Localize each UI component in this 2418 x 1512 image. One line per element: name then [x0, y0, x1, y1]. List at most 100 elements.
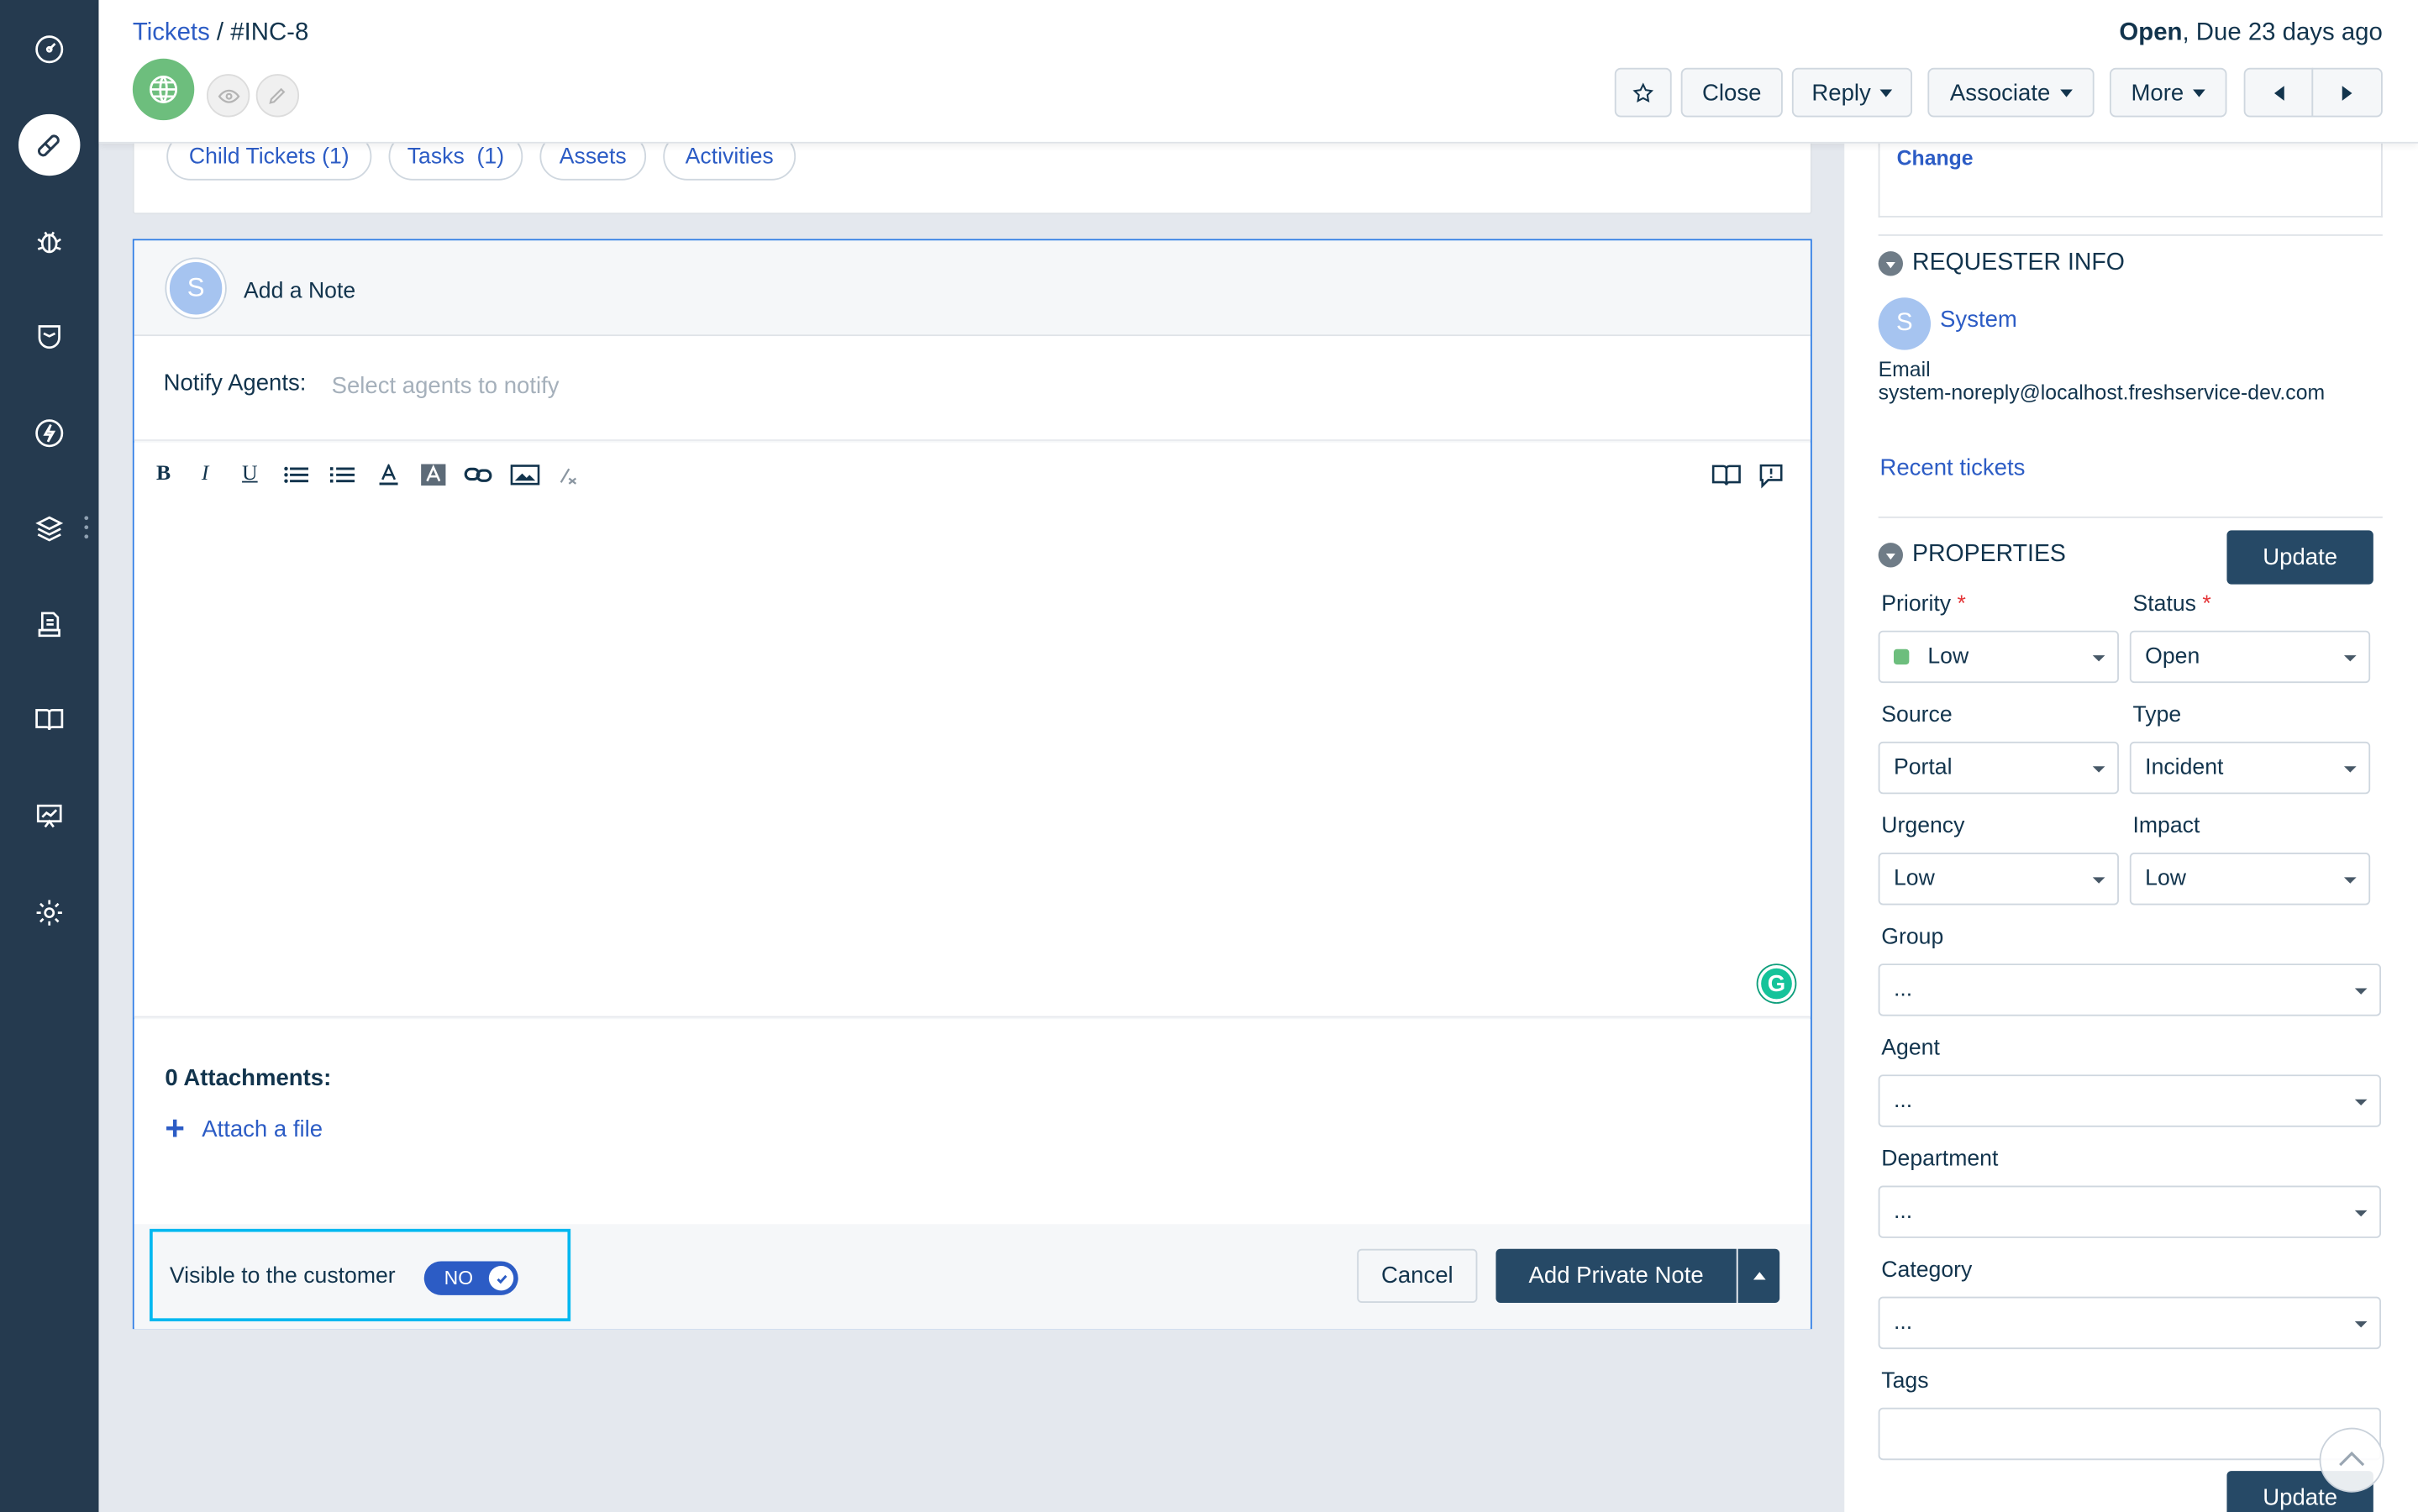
- releases-bolt-icon[interactable]: [18, 402, 80, 464]
- clear-format-icon[interactable]: [552, 458, 586, 491]
- priority-value: Low: [1927, 644, 1969, 669]
- italic-icon[interactable]: I: [188, 458, 222, 491]
- chevron-down-icon: [2059, 88, 2073, 97]
- more-dots-icon[interactable]: [83, 515, 89, 539]
- note-options-dropdown-button[interactable]: [1737, 1248, 1780, 1303]
- requester-avatar: S: [1878, 297, 1932, 350]
- impact-value: Low: [2145, 866, 2187, 891]
- chevron-down-icon: [2092, 877, 2105, 884]
- properties-title: PROPERTIES: [1912, 541, 2066, 568]
- problems-bug-icon[interactable]: [18, 211, 80, 272]
- favorite-star-button[interactable]: [1614, 67, 1672, 118]
- more-label: More: [2131, 79, 2184, 106]
- notify-agents-input[interactable]: [325, 360, 1763, 412]
- plus-icon: +: [165, 1108, 186, 1147]
- sidebar: [0, 0, 99, 1512]
- font-color-icon[interactable]: [371, 458, 405, 491]
- collapse-icon: [1878, 543, 1904, 568]
- department-value: ...: [1893, 1200, 1913, 1225]
- category-label: Category: [1881, 1257, 1973, 1284]
- attach-file-link[interactable]: + Attach a file: [165, 1108, 323, 1147]
- group-select[interactable]: ...: [1878, 963, 2382, 1016]
- background-color-icon[interactable]: [417, 458, 450, 491]
- note-title: Add a Note: [244, 279, 356, 304]
- status-value: Open: [2145, 644, 2200, 669]
- update-label: Update: [2263, 543, 2338, 571]
- visible-to-customer-label: Visible to the customer: [169, 1264, 396, 1289]
- urgency-value: Low: [1893, 866, 1935, 891]
- image-icon[interactable]: [507, 458, 541, 491]
- tickets-icon[interactable]: [18, 113, 81, 176]
- attach-file-label: Attach a file: [202, 1115, 323, 1142]
- add-note-panel: S Add a Note Notify Agents: B I U: [132, 239, 1812, 1330]
- solution-article-icon[interactable]: [1707, 458, 1744, 491]
- note-header: S Add a Note: [134, 240, 1811, 337]
- breadcrumb: Tickets / #INC-8: [133, 20, 308, 48]
- solutions-book-icon[interactable]: [18, 689, 80, 750]
- recent-tickets-link[interactable]: Recent tickets: [1879, 454, 2025, 480]
- department-select[interactable]: ...: [1878, 1185, 2382, 1238]
- underline-icon[interactable]: U: [233, 458, 266, 491]
- cancel-label: Cancel: [1380, 1263, 1453, 1289]
- visible-to-customer-highlight: Visible to the customer NO: [150, 1228, 571, 1322]
- note-footer: Visible to the customer NO Cancel Add Pr…: [134, 1224, 1811, 1330]
- numbered-list-icon[interactable]: [325, 458, 359, 491]
- tab-label: Child Tickets (1): [188, 144, 350, 169]
- cancel-button[interactable]: Cancel: [1357, 1248, 1478, 1303]
- tags-input[interactable]: [1878, 1407, 2382, 1461]
- urgency-select[interactable]: Low: [1878, 853, 2119, 906]
- associate-button[interactable]: Associate: [1927, 67, 2095, 118]
- visible-to-customer-toggle[interactable]: NO: [423, 1261, 518, 1295]
- requester-name-link[interactable]: System: [1940, 307, 2017, 333]
- category-select[interactable]: ...: [1878, 1296, 2382, 1350]
- portal-globe-icon: [132, 58, 195, 121]
- reply-button[interactable]: Reply: [1791, 67, 1913, 118]
- update-label: Update: [2263, 1484, 2338, 1511]
- priority-select[interactable]: Low: [1878, 630, 2119, 684]
- edit-pencil-icon[interactable]: [255, 74, 300, 118]
- close-ticket-button[interactable]: Close: [1680, 67, 1783, 118]
- grammarly-icon[interactable]: G: [1758, 965, 1795, 1003]
- bold-icon[interactable]: B: [146, 458, 180, 491]
- impact-select[interactable]: Low: [2129, 853, 2371, 906]
- canned-response-icon[interactable]: [1752, 458, 1789, 491]
- avatar: S: [166, 259, 225, 318]
- chevron-down-icon: [1879, 88, 1893, 97]
- note-editor[interactable]: B I U G: [134, 442, 1811, 1018]
- close-ticket-label: Close: [1702, 79, 1762, 106]
- watch-eye-icon[interactable]: [206, 74, 250, 118]
- dashboard-icon[interactable]: [18, 18, 80, 80]
- change-link[interactable]: Change: [1897, 146, 1974, 170]
- source-label: Source: [1881, 702, 1953, 728]
- add-private-note-label: Add Private Note: [1528, 1263, 1704, 1289]
- email-value: system-noreply@localhost.freshservice-de…: [1878, 381, 2326, 404]
- chevron-down-icon: [2354, 1321, 2368, 1328]
- type-select[interactable]: Incident: [2129, 741, 2371, 795]
- changes-shield-icon[interactable]: [18, 307, 80, 368]
- status-select[interactable]: Open: [2129, 630, 2371, 684]
- tab-label: Activities: [685, 144, 774, 169]
- source-value: Portal: [1893, 755, 1953, 780]
- notify-agents-row: Notify Agents:: [134, 336, 1811, 441]
- previous-ticket-button[interactable]: [2243, 67, 2314, 118]
- assets-layers-icon[interactable]: [18, 498, 80, 559]
- contracts-document-icon[interactable]: [18, 594, 80, 655]
- next-ticket-button[interactable]: [2311, 67, 2383, 118]
- change-section: Change: [1878, 137, 2383, 218]
- update-properties-button[interactable]: Update: [2226, 530, 2373, 585]
- source-select[interactable]: Portal: [1878, 741, 2119, 795]
- link-icon[interactable]: [461, 458, 495, 491]
- add-private-note-button[interactable]: Add Private Note: [1495, 1248, 1737, 1303]
- toggle-state-label: NO: [444, 1267, 474, 1289]
- bullet-list-icon[interactable]: [279, 458, 313, 491]
- breadcrumb-tickets-link[interactable]: Tickets: [133, 20, 210, 46]
- reply-label: Reply: [1811, 79, 1871, 106]
- requester-info-header[interactable]: REQUESTER INFO: [1878, 249, 2125, 277]
- reports-chart-icon[interactable]: [18, 785, 80, 846]
- chevron-down-icon: [2343, 766, 2357, 773]
- scroll-to-top-button[interactable]: [2319, 1427, 2384, 1493]
- agent-select[interactable]: ...: [1878, 1074, 2382, 1127]
- more-button[interactable]: More: [2109, 67, 2227, 118]
- settings-gear-icon[interactable]: [18, 882, 80, 943]
- properties-header[interactable]: PROPERTIES: [1878, 541, 2066, 569]
